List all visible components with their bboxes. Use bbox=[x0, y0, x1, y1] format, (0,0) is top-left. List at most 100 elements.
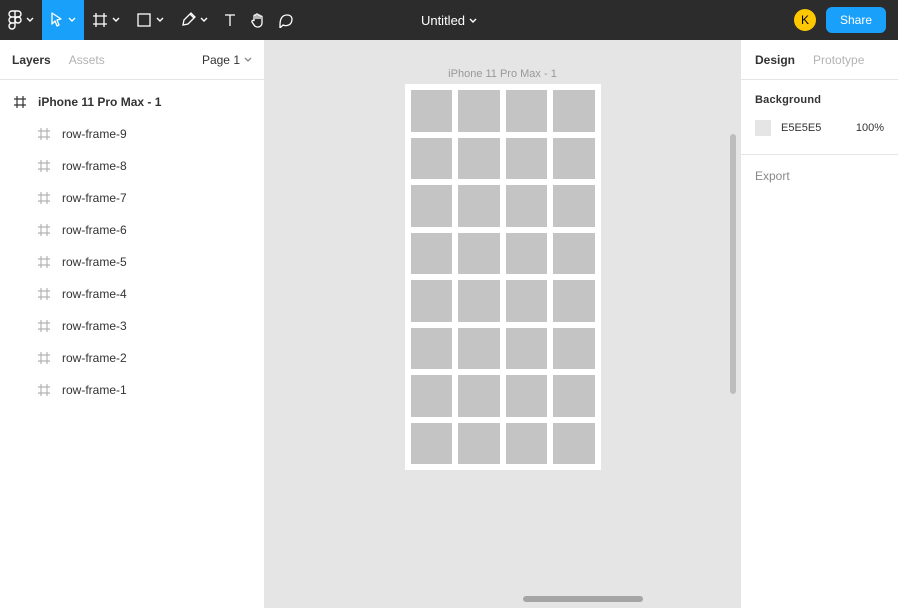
grid-cell[interactable] bbox=[506, 233, 548, 275]
text-tool-icon bbox=[222, 12, 238, 28]
grid-cell[interactable] bbox=[458, 90, 500, 132]
frame-icon bbox=[36, 254, 52, 270]
grid-cell[interactable] bbox=[458, 280, 500, 322]
layer-row[interactable]: row-frame-3 bbox=[0, 310, 264, 342]
top-toolbar: Untitled K Share bbox=[0, 0, 898, 40]
canvas-vertical-scrollbar[interactable] bbox=[730, 134, 736, 394]
layer-row[interactable]: row-frame-2 bbox=[0, 342, 264, 374]
grid-cell[interactable] bbox=[506, 328, 548, 370]
layer-row[interactable]: row-frame-5 bbox=[0, 246, 264, 278]
background-hex-value[interactable]: E5E5E5 bbox=[781, 122, 821, 134]
frame-icon bbox=[36, 350, 52, 366]
move-tool-icon bbox=[50, 12, 64, 28]
grid-cell[interactable] bbox=[411, 280, 453, 322]
layer-label: row-frame-9 bbox=[62, 127, 127, 141]
move-tool-button[interactable] bbox=[42, 0, 84, 40]
grid-cell[interactable] bbox=[553, 280, 595, 322]
grid-cell[interactable] bbox=[411, 423, 453, 465]
main-menu-button[interactable] bbox=[0, 0, 42, 40]
grid-cell[interactable] bbox=[506, 138, 548, 180]
layer-row[interactable]: row-frame-1 bbox=[0, 374, 264, 406]
grid-cell[interactable] bbox=[458, 138, 500, 180]
layer-row[interactable]: row-frame-8 bbox=[0, 150, 264, 182]
background-color-swatch[interactable] bbox=[755, 120, 771, 136]
layer-tree: iPhone 11 Pro Max - 1 row-frame-9 row-fram… bbox=[0, 80, 264, 608]
grid-cell[interactable] bbox=[411, 185, 453, 227]
grid-cell[interactable] bbox=[411, 233, 453, 275]
grid-cell[interactable] bbox=[458, 233, 500, 275]
frame-tool-icon bbox=[92, 12, 108, 28]
left-panel: Layers Assets Page 1 iPhone 11 Pro Max -… bbox=[0, 40, 265, 608]
comment-tool-icon bbox=[278, 12, 294, 28]
layer-row[interactable]: row-frame-4 bbox=[0, 278, 264, 310]
grid-cell[interactable] bbox=[506, 423, 548, 465]
grid-cell[interactable] bbox=[458, 328, 500, 370]
chevron-down-icon bbox=[156, 16, 164, 24]
hand-tool-button[interactable] bbox=[244, 0, 272, 40]
shape-tool-button[interactable] bbox=[128, 0, 172, 40]
grid-cell[interactable] bbox=[411, 90, 453, 132]
tab-assets[interactable]: Assets bbox=[69, 53, 105, 67]
frame-icon bbox=[36, 286, 52, 302]
canvas-horizontal-scrollbar[interactable] bbox=[523, 596, 643, 602]
tab-design[interactable]: Design bbox=[755, 53, 795, 67]
avatar-initial: K bbox=[801, 13, 809, 27]
comment-tool-button[interactable] bbox=[272, 0, 300, 40]
layer-row[interactable]: row-frame-7 bbox=[0, 182, 264, 214]
frame-tool-button[interactable] bbox=[84, 0, 128, 40]
grid-cell[interactable] bbox=[506, 375, 548, 417]
grid-row[interactable] bbox=[411, 138, 595, 180]
grid-cell[interactable] bbox=[458, 185, 500, 227]
background-section-title: Background bbox=[755, 94, 884, 106]
grid-cell[interactable] bbox=[553, 185, 595, 227]
chevron-down-icon bbox=[244, 53, 252, 67]
text-tool-button[interactable] bbox=[216, 0, 244, 40]
canvas[interactable]: iPhone 11 Pro Max - 1 bbox=[265, 40, 740, 608]
grid-cell[interactable] bbox=[506, 90, 548, 132]
share-button[interactable]: Share bbox=[826, 7, 886, 33]
grid-row[interactable] bbox=[411, 233, 595, 275]
background-opacity-value[interactable]: 100% bbox=[856, 122, 884, 134]
layer-row[interactable]: row-frame-6 bbox=[0, 214, 264, 246]
grid-cell[interactable] bbox=[411, 375, 453, 417]
grid-cell[interactable] bbox=[411, 138, 453, 180]
grid-cell[interactable] bbox=[458, 375, 500, 417]
pen-tool-icon bbox=[180, 12, 196, 28]
page-selector[interactable]: Page 1 bbox=[202, 53, 252, 67]
grid-row[interactable] bbox=[411, 90, 595, 132]
grid-row[interactable] bbox=[411, 375, 595, 417]
grid-cell[interactable] bbox=[458, 423, 500, 465]
export-section[interactable]: Export bbox=[741, 155, 898, 197]
tab-prototype[interactable]: Prototype bbox=[813, 53, 864, 67]
grid-cell[interactable] bbox=[553, 90, 595, 132]
right-panel: Design Prototype Background E5E5E5 100% … bbox=[740, 40, 898, 608]
frame-icon bbox=[36, 190, 52, 206]
layer-label: row-frame-5 bbox=[62, 255, 127, 269]
grid-cell[interactable] bbox=[553, 328, 595, 370]
grid-row[interactable] bbox=[411, 423, 595, 465]
grid-cell[interactable] bbox=[506, 280, 548, 322]
grid-cell[interactable] bbox=[553, 233, 595, 275]
grid-cell[interactable] bbox=[553, 423, 595, 465]
grid-cell[interactable] bbox=[553, 138, 595, 180]
tab-layers[interactable]: Layers bbox=[12, 53, 51, 67]
layer-label: row-frame-4 bbox=[62, 287, 127, 301]
shape-tool-icon bbox=[136, 12, 152, 28]
chevron-down-icon bbox=[68, 16, 76, 24]
artboard-label[interactable]: iPhone 11 Pro Max - 1 bbox=[448, 68, 557, 80]
layer-label: row-frame-7 bbox=[62, 191, 127, 205]
user-avatar[interactable]: K bbox=[794, 9, 816, 31]
document-title-text: Untitled bbox=[421, 13, 465, 28]
grid-row[interactable] bbox=[411, 280, 595, 322]
layer-row[interactable]: row-frame-9 bbox=[0, 118, 264, 150]
pen-tool-button[interactable] bbox=[172, 0, 216, 40]
grid-cell[interactable] bbox=[411, 328, 453, 370]
grid-cell[interactable] bbox=[553, 375, 595, 417]
grid-row[interactable] bbox=[411, 185, 595, 227]
layer-label: row-frame-2 bbox=[62, 351, 127, 365]
artboard[interactable] bbox=[405, 84, 601, 470]
document-title-button[interactable]: Untitled bbox=[421, 13, 477, 28]
layer-row-root[interactable]: iPhone 11 Pro Max - 1 bbox=[0, 86, 264, 118]
grid-cell[interactable] bbox=[506, 185, 548, 227]
grid-row[interactable] bbox=[411, 328, 595, 370]
